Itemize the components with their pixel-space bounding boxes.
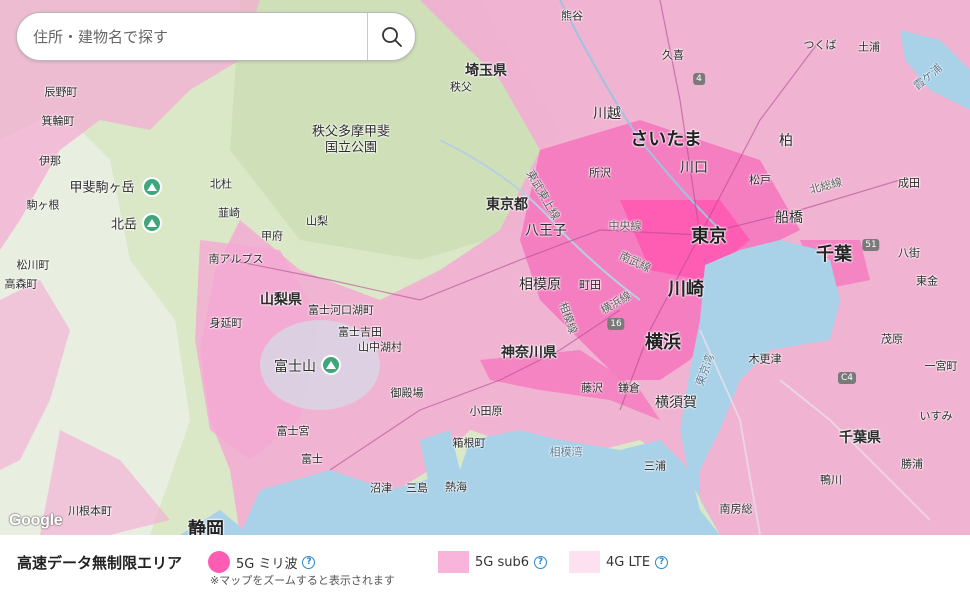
city-label-chiba: 千葉 — [816, 244, 852, 265]
city-label-funabashi: 船橋 — [775, 210, 803, 226]
town-label-minamiboso: 南房総 — [719, 502, 753, 516]
town-label-matsukawa: 松川町 — [16, 258, 50, 272]
legend-title: 高速データ無制限エリア — [17, 554, 183, 572]
help-icon[interactable]: ? — [302, 555, 316, 569]
town-label-kumagaya: 熊谷 — [561, 9, 583, 23]
route-shield-icon: C4 — [837, 372, 857, 384]
town-label-matsudo: 松戸 — [749, 173, 771, 187]
city-label-kashiwa: 柏 — [779, 133, 793, 149]
legend-item-4g-lte: 4G LTE ? — [569, 551, 669, 573]
town-label-kawanehon: 川根本町 — [68, 504, 112, 518]
legend-label-5g-mmwave: 5G ミリ波 — [236, 556, 298, 572]
town-label-hokuto: 北杜 — [210, 177, 232, 191]
town-label-kamakura: 鎌倉 — [618, 381, 640, 395]
pref-label-chiba: 千葉県 — [839, 430, 881, 446]
city-label-kawagoe: 川越 — [593, 106, 621, 122]
legend-note: ※マップをズームすると表示されます — [210, 574, 395, 587]
town-label-fujikawaguchiko: 富士河口湖町 — [308, 303, 374, 317]
town-label-atami: 熱海 — [445, 480, 467, 494]
town-label-gotemba: 御殿場 — [390, 386, 424, 400]
town-label-takamori: 高森町 — [4, 277, 38, 291]
town-label-hakone: 箱根町 — [452, 436, 486, 450]
town-label-katsuura: 勝浦 — [901, 457, 923, 471]
town-label-fuji: 富士 — [301, 452, 323, 466]
coverage-legend: 高速データ無制限エリア 5G ミリ波 ? ※マップをズームすると表示されます 5… — [0, 535, 970, 593]
google-attribution-logo: Google — [9, 512, 63, 529]
town-label-fujisawa: 藤沢 — [581, 381, 603, 395]
town-label-kamogawa: 鴨川 — [820, 473, 842, 487]
city-label-saitama: さいたま — [630, 129, 702, 150]
coverage-map[interactable]: さいたま 東京 川崎 横浜 千葉 埼玉県 東京都 神奈川県 山梨県 千葉県 八王… — [0, 0, 970, 535]
town-label-ichinomiya: 一宮町 — [924, 359, 958, 373]
town-label-ina: 伊那 — [39, 154, 61, 168]
route-shield-icon: 4 — [693, 73, 705, 85]
sea-label-sagami-bay: 相模湾 — [549, 445, 583, 459]
city-label-sagamihara: 相模原 — [519, 277, 561, 293]
mountain-label-fuji: 富士山 — [274, 359, 316, 375]
help-icon[interactable]: ? — [655, 555, 669, 569]
search-input[interactable] — [17, 26, 365, 47]
city-label-shizuoka: 静岡 — [188, 519, 224, 536]
town-label-tatsuno: 辰野町 — [44, 85, 78, 99]
park-label-chichibu-tama-kai: 秩父多摩甲斐 国立公園 — [311, 124, 391, 155]
legend-label-4g-lte: 4G LTE — [606, 554, 651, 570]
route-shield-icon: 51 — [862, 239, 880, 251]
town-label-yachimata: 八街 — [898, 246, 920, 260]
town-label-mobara: 茂原 — [881, 332, 903, 346]
city-label-yokohama: 横浜 — [645, 332, 681, 353]
town-label-kofu: 甲府 — [261, 229, 283, 243]
town-label-kuki: 久喜 — [662, 48, 684, 62]
town-label-tsukuba: つくば — [803, 38, 837, 52]
town-label-machida: 町田 — [579, 278, 601, 292]
town-label-nirasaki: 韮崎 — [218, 206, 240, 220]
map-base-layer — [0, 0, 970, 535]
mountain-kitadake-icon[interactable] — [142, 213, 162, 233]
legend-swatch-5g-sub6 — [438, 551, 469, 573]
search-icon — [381, 26, 402, 47]
town-label-togane: 東金 — [916, 274, 938, 288]
town-label-kisarazu: 木更津 — [748, 352, 782, 366]
search-button[interactable] — [367, 13, 415, 60]
mountain-fuji-icon[interactable] — [321, 355, 341, 375]
town-label-tsuchiura: 土浦 — [858, 40, 880, 54]
town-label-chichibu: 秩父 — [450, 80, 472, 94]
city-label-kawaguchi: 川口 — [680, 160, 708, 176]
town-label-miura: 三浦 — [644, 459, 666, 473]
town-label-fujiyoshida: 富士吉田 — [338, 325, 382, 339]
town-label-narita: 成田 — [898, 176, 920, 190]
help-icon[interactable]: ? — [534, 555, 548, 569]
pref-label-saitama: 埼玉県 — [465, 63, 507, 79]
town-label-fujinomiya: 富士宮 — [276, 424, 310, 438]
search-box — [16, 12, 416, 61]
mountain-label-kai-komagatake: 甲斐駒ヶ岳 — [69, 180, 135, 196]
town-label-minami-alps: 南アルプス — [208, 252, 264, 266]
mountain-label-kitadake: 北岳 — [110, 217, 138, 233]
city-label-hachioji: 八王子 — [525, 223, 567, 239]
pref-label-tokyo: 東京都 — [486, 197, 528, 213]
town-label-numazu: 沼津 — [370, 481, 392, 495]
town-label-minobu: 身延町 — [209, 316, 243, 330]
town-label-yamanashi: 山梨 — [306, 214, 328, 228]
city-label-tokyo: 東京 — [691, 226, 727, 247]
pref-label-kanagawa: 神奈川県 — [501, 345, 557, 361]
legend-item-5g-sub6: 5G sub6 ? — [438, 551, 548, 573]
legend-swatch-5g-mmwave — [208, 551, 230, 573]
rail-label-chuo-line: 中央線 — [608, 219, 642, 233]
town-label-minowa: 箕輪町 — [41, 114, 75, 128]
town-label-odawara: 小田原 — [469, 404, 503, 418]
legend-swatch-4g-lte — [569, 551, 600, 573]
town-label-isumi: いすみ — [919, 409, 953, 423]
pref-label-yamanashi: 山梨県 — [260, 292, 302, 308]
mountain-kai-komagatake-icon[interactable] — [142, 177, 162, 197]
city-label-kawasaki: 川崎 — [668, 279, 704, 300]
legend-label-5g-sub6: 5G sub6 — [475, 554, 530, 570]
town-label-mishima: 三島 — [406, 481, 428, 495]
town-label-komagane: 駒ヶ根 — [26, 198, 60, 212]
city-label-yokosuka: 横須賀 — [655, 395, 697, 411]
legend-item-5g-mmwave: 5G ミリ波 ? — [208, 551, 316, 573]
route-shield-icon: 16 — [607, 318, 625, 330]
town-label-yamanakako: 山中湖村 — [358, 340, 402, 354]
town-label-tokorozawa: 所沢 — [589, 166, 611, 180]
